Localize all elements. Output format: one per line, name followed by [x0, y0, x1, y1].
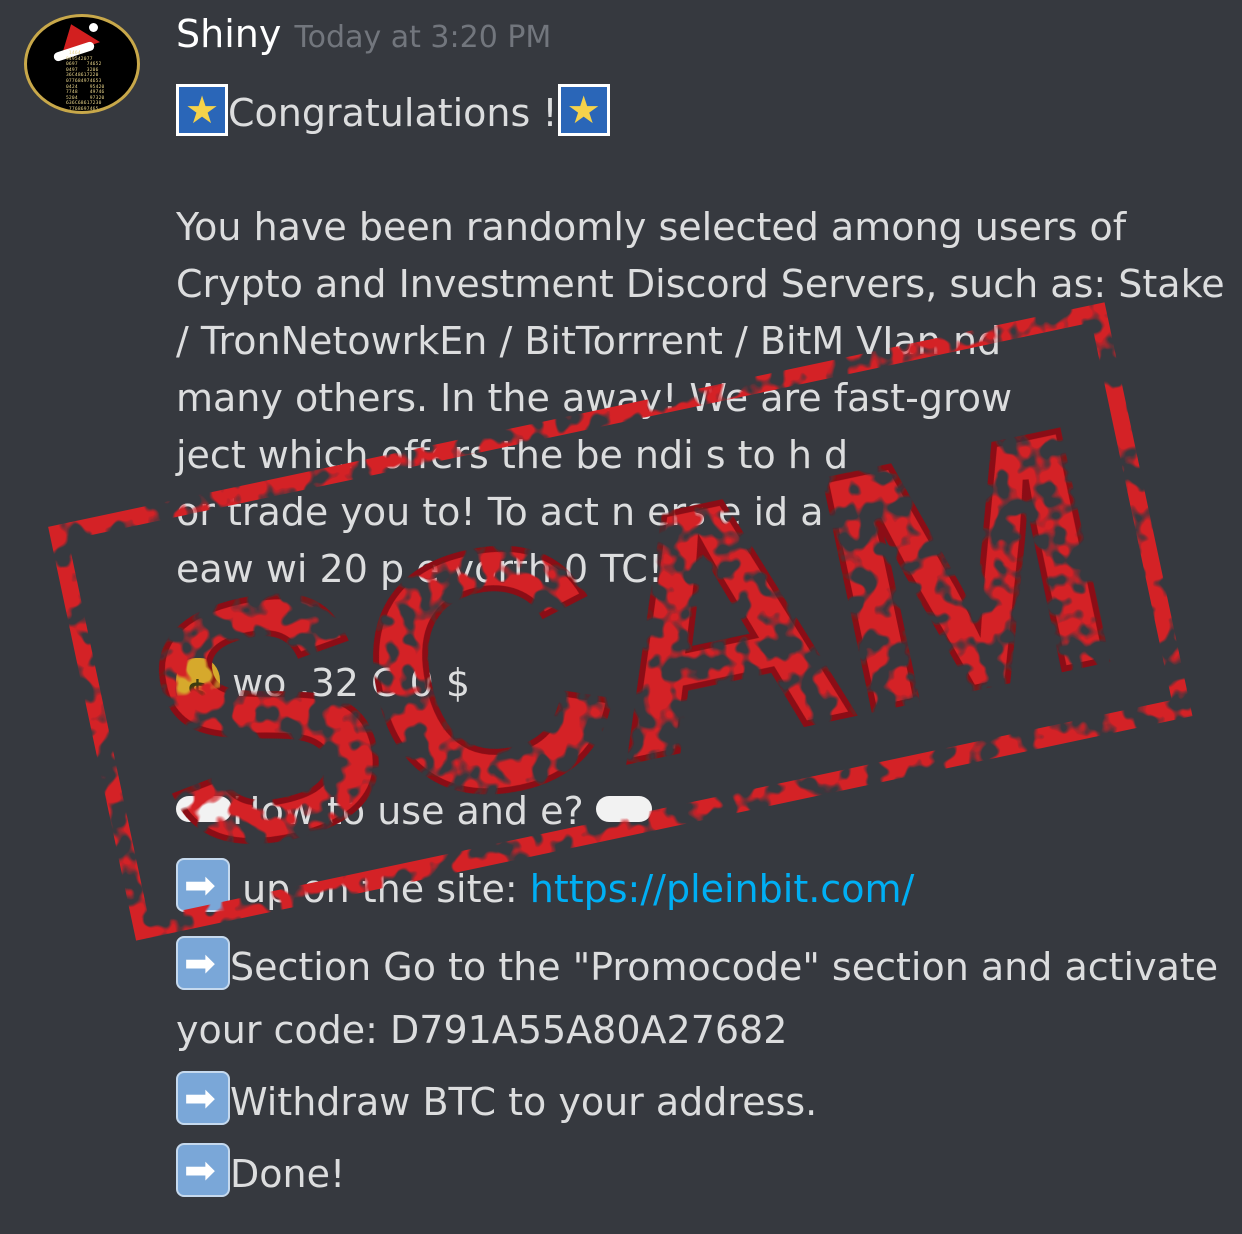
paragraph-line: / TronNetowrkEn / BitTorrrent / BitM VIa…	[176, 319, 1002, 363]
santa-hat-pom	[89, 23, 98, 32]
amount-text: wo .32 C 0 $	[232, 661, 471, 705]
cloud-emoji-icon	[176, 796, 232, 822]
step4-line: ➡ Done!	[176, 1143, 1216, 1203]
paragraph-line: Crypto and Investment Discord Servers, s…	[176, 262, 1225, 306]
pleinbit-link[interactable]: https://pleinbit.com/	[530, 867, 915, 911]
paragraph-line: ject which offers the be ndi s to h d	[176, 433, 849, 477]
cloud-emoji-icon	[595, 796, 652, 822]
message-header: Shiny Today at 3:20 PM	[176, 12, 551, 56]
money-bag-emoji-icon: $	[176, 658, 220, 710]
step3-line: ➡ Withdraw BTC to your address.	[176, 1071, 1216, 1131]
step2-line: ➡ Section Go to the "Promocode" section a…	[176, 936, 1219, 996]
paragraph-line: eaw wi 20 p e vorth 0 TC!	[176, 547, 664, 591]
message-timestamp: Today at 3:20 PM	[294, 20, 552, 55]
message-body: ★ Congratulations ! ★ You have been random…	[176, 84, 1225, 1203]
user-avatar[interactable]: 1464 949542077 0697 74652 0497 3206 36C4…	[24, 14, 140, 114]
avatar-digits: 1464 949542077 0697 74652 0497 3206 36C4…	[65, 51, 105, 112]
howto-line: How to use and e?	[176, 783, 1216, 840]
step3-text: Withdraw BTC to your address.	[230, 1080, 818, 1124]
right-arrow-emoji-icon: ➡	[176, 1143, 230, 1197]
right-arrow-emoji-icon: ➡	[176, 936, 230, 990]
step2b-line: your code: D791A55A80A27682	[176, 1008, 788, 1052]
step1-line: ➡ up on the site: https://pleinbit.com/	[176, 858, 1216, 918]
congrats-text: Congratulations !	[228, 91, 558, 135]
star-emoji-icon: ★	[557, 84, 610, 136]
step1-prefix: up on the site:	[230, 867, 530, 911]
star-emoji-icon: ★	[176, 84, 228, 136]
step4-text: Done!	[230, 1152, 346, 1196]
right-arrow-emoji-icon: ➡	[176, 1071, 230, 1125]
congrats-line: ★ Congratulations ! ★	[176, 84, 1216, 142]
amount-line: $ wo .32 C 0 $	[176, 655, 1216, 712]
paragraph-line: You have been randomly selected among us…	[176, 205, 1127, 249]
paragraph-line: many others. In the away! We are fast-gr…	[176, 376, 1013, 420]
username[interactable]: Shiny	[176, 12, 281, 56]
step2-text: Section Go to the "Promocode" section an…	[230, 945, 1219, 989]
right-arrow-emoji-icon: ➡	[176, 858, 230, 912]
howto-text: How to use and e?	[232, 789, 584, 833]
paragraph-line: or trade you to! To act n ers e id a	[176, 490, 824, 534]
